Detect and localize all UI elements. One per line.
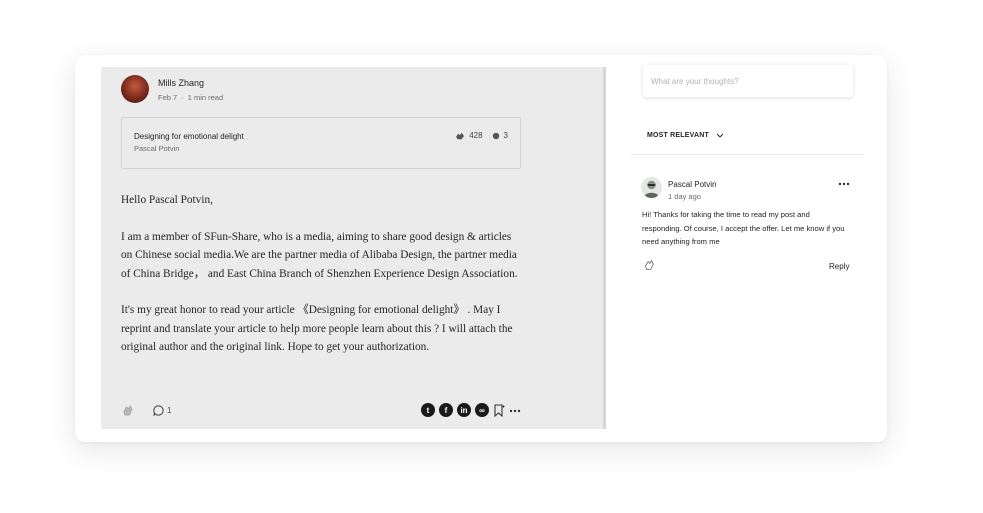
more-icon[interactable] <box>838 180 850 188</box>
read-time: 1 min read <box>187 93 224 102</box>
commenter-name[interactable]: Pascal Potvin <box>668 180 716 189</box>
quoted-article-author: Pascal Potvin <box>134 144 180 153</box>
linkedin-icon[interactable]: in <box>457 403 471 417</box>
post-panel: Mills Zhang Feb 7 · 1 min read Designing f… <box>101 67 603 429</box>
author-avatar[interactable] <box>121 75 149 103</box>
post-date: Feb 7 <box>158 93 178 102</box>
person-icon <box>644 180 659 198</box>
panel-divider <box>603 67 606 429</box>
comment-text: Hi! Thanks for taking the time to read m… <box>642 210 845 246</box>
clap-icon[interactable] <box>643 259 655 271</box>
commenter-avatar[interactable] <box>641 177 662 198</box>
paragraph: Hello Pascal Potvin, <box>121 194 213 206</box>
quoted-article-stats: 428 3 <box>455 131 508 140</box>
quoted-article-card[interactable]: Designing for emotional delight Pascal P… <box>121 117 521 169</box>
paragraph: I am a member of SFun-Share, who is a me… <box>121 230 518 280</box>
clap-icon[interactable] <box>121 404 134 417</box>
twitter-icon[interactable]: t <box>421 403 435 417</box>
author-meta: Feb 7 · 1 min read <box>158 93 224 102</box>
share-actions: t f in ∞ <box>421 403 521 417</box>
bookmark-icon[interactable] <box>493 403 505 417</box>
response-input[interactable] <box>643 65 853 97</box>
paragraph: It's my great honor to read your article… <box>121 304 513 353</box>
quoted-responses-count: 3 <box>503 131 508 140</box>
quoted-article-title: Designing for emotional delight <box>134 132 244 141</box>
comment-time: 1 day ago <box>668 192 701 201</box>
author-name[interactable]: Mills Zhang <box>158 78 204 88</box>
sort-label: MOST RELEVANT <box>647 132 709 139</box>
more-icon[interactable] <box>509 404 521 417</box>
link-icon[interactable]: ∞ <box>475 403 489 417</box>
screenshot-card: Mills Zhang Feb 7 · 1 min read Designing f… <box>75 55 887 442</box>
section-divider <box>631 154 864 155</box>
post-actions: 1 t f in ∞ <box>121 403 521 419</box>
comment-count: 1 <box>167 406 172 415</box>
post-body: Hello Pascal Potvin, I am a member of SF… <box>121 191 521 375</box>
response-icon <box>492 132 499 139</box>
quoted-claps-count: 428 <box>469 131 483 140</box>
comment-icon[interactable] <box>152 404 165 417</box>
chevron-down-icon <box>716 133 724 138</box>
reply-button[interactable]: Reply <box>829 262 849 271</box>
clap-icon <box>456 132 465 139</box>
facebook-icon[interactable]: f <box>439 403 453 417</box>
sort-dropdown[interactable]: MOST RELEVANT <box>647 132 724 139</box>
